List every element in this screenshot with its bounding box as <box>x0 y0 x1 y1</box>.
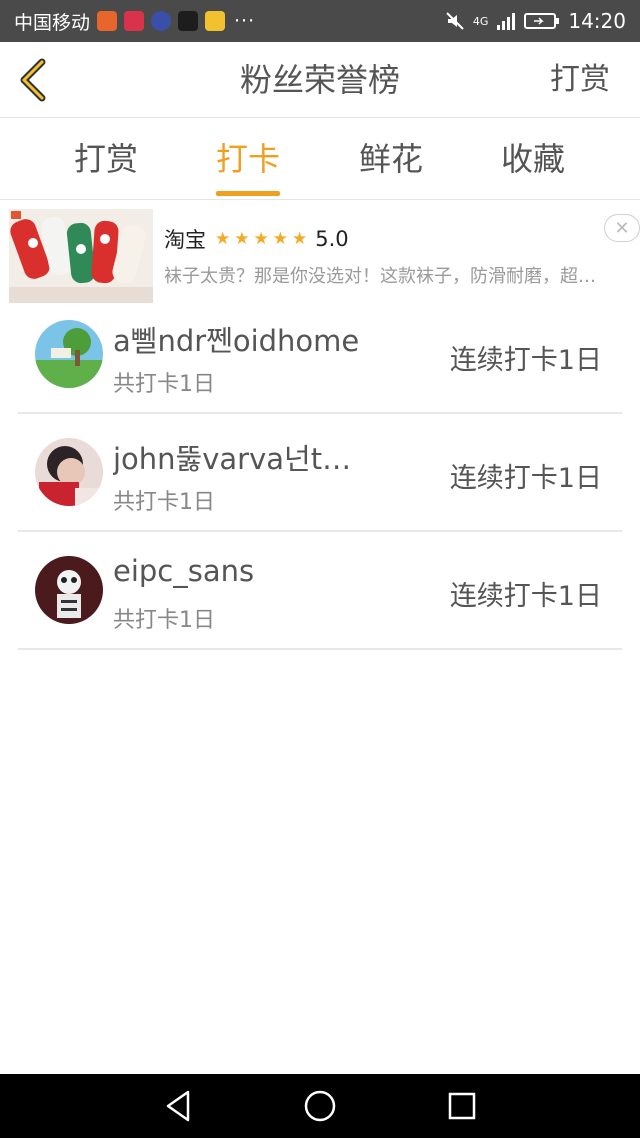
tab-checkin[interactable]: 打卡 <box>188 118 308 200</box>
more-notifications: ··· <box>234 10 256 32</box>
video-app-icon <box>97 11 118 31</box>
status-bar: 中国移动 ··· 4G 14:20 <box>0 0 640 42</box>
ad-source: 淘宝 <box>164 228 206 252</box>
star-icon: ★ <box>292 229 308 249</box>
star-icon: ★ <box>215 229 231 249</box>
mute-icon <box>445 11 465 31</box>
signal-icon <box>496 11 516 31</box>
nav-home-button[interactable] <box>302 1088 338 1124</box>
checkin-streak: 连续打卡1日 <box>449 463 602 494</box>
nav-recents-button[interactable] <box>444 1088 480 1124</box>
username: eipc_sans <box>113 554 255 588</box>
checkin-streak: 连续打卡1日 <box>449 345 602 376</box>
ad-description: 袜子太贵？那是你没选对！这款袜子，防滑耐磨，超级可爱 <box>164 266 604 287</box>
tab-reward[interactable]: 打赏 <box>46 118 166 200</box>
carrier-label: 中国移动 <box>14 11 91 34</box>
tab-flowers[interactable]: 鲜花 <box>331 118 451 200</box>
browser-app-icon <box>151 11 172 31</box>
battery-icon <box>524 11 560 31</box>
username: a뻴ndr쩬oidhome <box>113 324 360 358</box>
total-checkins: 共打卡1日 <box>113 372 215 397</box>
avatar[interactable] <box>35 320 103 388</box>
active-tab-indicator <box>216 191 280 196</box>
page-title: 粉丝荣誉榜 <box>239 61 400 99</box>
close-ad-button[interactable]: ✕ <box>604 214 640 242</box>
ad-rating-stars: ★ ★ ★ ★ ★ <box>215 229 307 249</box>
nav-bar: 粉丝荣誉榜 打赏 <box>0 42 640 118</box>
fan-list: a뻴ndr쩬oidhome 共打卡1日 连续打卡1日 john뚫varva넌tw… <box>18 296 622 650</box>
star-icon: ★ <box>234 229 250 249</box>
nav-back-button[interactable] <box>160 1088 196 1124</box>
star-icon: ★ <box>272 229 288 249</box>
tab-favorites[interactable]: 收藏 <box>473 118 593 200</box>
triangle-back-icon <box>166 1090 190 1122</box>
username: john뚫varva넌twitch <box>113 442 363 476</box>
avatar[interactable] <box>35 438 103 506</box>
tab-checkin-label: 打卡 <box>215 140 280 178</box>
square-recents-icon <box>448 1092 476 1120</box>
music-app-icon <box>178 11 199 31</box>
ad-product-image <box>9 209 153 303</box>
chat-app-icon <box>205 11 226 31</box>
circle-home-icon <box>304 1090 336 1122</box>
network-type: 4G <box>472 14 489 28</box>
ad-rating-value: 5.0 <box>315 227 349 251</box>
ad-banner[interactable]: 淘宝 ★ ★ ★ ★ ★ 5.0 袜子太贵？那是你没选对！这款袜子，防滑耐磨，超… <box>0 200 640 310</box>
checkin-streak: 连续打卡1日 <box>449 581 602 612</box>
star-icon: ★ <box>253 229 269 249</box>
total-checkins: 共打卡1日 <box>113 490 215 515</box>
total-checkins: 共打卡1日 <box>113 608 215 633</box>
close-icon: ✕ <box>614 217 630 239</box>
avatar[interactable] <box>35 556 103 624</box>
shopping-app-icon <box>124 11 145 31</box>
list-item[interactable]: eipc_sans 共打卡1日 连续打卡1日 <box>18 532 622 650</box>
system-nav-bar <box>0 1074 640 1138</box>
tab-bar: 打赏 打卡 鲜花 收藏 <box>0 118 640 200</box>
reward-button[interactable]: 打赏 <box>550 42 610 118</box>
clock: 14:20 <box>568 9 626 33</box>
list-item[interactable]: a뻴ndr쩬oidhome 共打卡1日 连续打卡1日 <box>18 296 622 414</box>
list-item[interactable]: john뚫varva넌twitch 共打卡1日 连续打卡1日 <box>18 414 622 532</box>
